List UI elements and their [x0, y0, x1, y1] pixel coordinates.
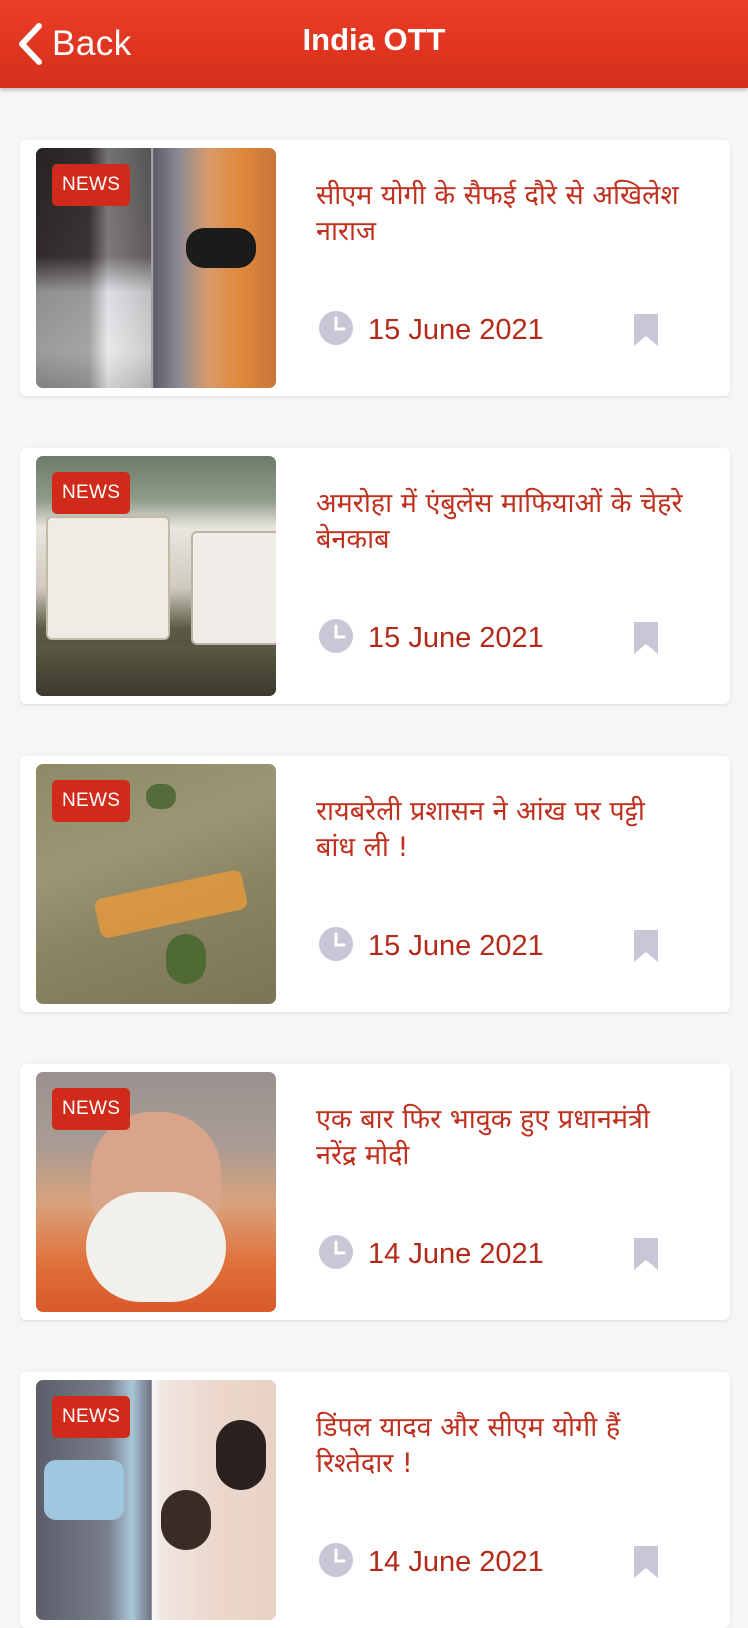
clock-icon — [318, 1234, 354, 1275]
news-headline[interactable]: एक बार फिर भावुक हुए प्रधानमंत्री नरेंद्… — [316, 1102, 686, 1174]
news-meta: 15 June 2021 — [318, 926, 544, 967]
news-headline[interactable]: रायबरेली प्रशासन ने आंख पर पट्टी बांध ली… — [316, 794, 686, 866]
news-date: 14 June 2021 — [368, 1238, 544, 1270]
news-thumbnail[interactable]: NEWS — [36, 148, 276, 388]
news-badge: NEWS — [52, 164, 131, 206]
news-meta: 14 June 2021 — [318, 1234, 544, 1275]
news-meta: 14 June 2021 — [318, 1542, 544, 1583]
news-badge: NEWS — [52, 1396, 131, 1438]
bookmark-icon[interactable] — [632, 928, 660, 969]
clock-icon — [318, 618, 354, 659]
bookmark-icon[interactable] — [632, 1544, 660, 1585]
news-badge: NEWS — [52, 472, 131, 514]
news-card[interactable]: NEWS एक बार फिर भावुक हुए प्रधानमंत्री न… — [20, 1064, 730, 1320]
bookmark-icon[interactable] — [632, 620, 660, 661]
news-date: 15 June 2021 — [368, 622, 544, 654]
news-date: 15 June 2021 — [368, 930, 544, 962]
news-badge: NEWS — [52, 780, 131, 822]
news-thumbnail[interactable]: NEWS — [36, 456, 276, 696]
news-card[interactable]: NEWS डिंपल यादव और सीएम योगी हैं रिश्तेद… — [20, 1372, 730, 1628]
news-card[interactable]: NEWS सीएम योगी के सैफई दौरे से अखिलेश ना… — [20, 140, 730, 396]
news-thumbnail[interactable]: NEWS — [36, 764, 276, 1004]
news-card[interactable]: NEWS रायबरेली प्रशासन ने आंख पर पट्टी बा… — [20, 756, 730, 1012]
news-thumbnail[interactable]: NEWS — [36, 1072, 276, 1312]
bookmark-icon[interactable] — [632, 1236, 660, 1277]
clock-icon — [318, 310, 354, 351]
news-headline[interactable]: अमरोहा में एंबुलेंस माफियाओं के चेहरे बे… — [316, 486, 686, 558]
clock-icon — [318, 1542, 354, 1583]
news-date: 15 June 2021 — [368, 314, 544, 346]
news-meta: 15 June 2021 — [318, 618, 544, 659]
bookmark-icon[interactable] — [632, 312, 660, 353]
app-header: Back India OTT — [0, 0, 748, 88]
news-thumbnail[interactable]: NEWS — [36, 1380, 276, 1620]
news-card[interactable]: NEWS अमरोहा में एंबुलेंस माफियाओं के चेह… — [20, 448, 730, 704]
news-headline[interactable]: सीएम योगी के सैफई दौरे से अखिलेश नाराज — [316, 178, 686, 250]
news-badge: NEWS — [52, 1088, 131, 1130]
news-headline[interactable]: डिंपल यादव और सीएम योगी हैं रिश्तेदार ! — [316, 1410, 686, 1482]
news-date: 14 June 2021 — [368, 1546, 544, 1578]
news-meta: 15 June 2021 — [318, 310, 544, 351]
page-title: India OTT — [302, 22, 446, 57]
clock-icon — [318, 926, 354, 967]
